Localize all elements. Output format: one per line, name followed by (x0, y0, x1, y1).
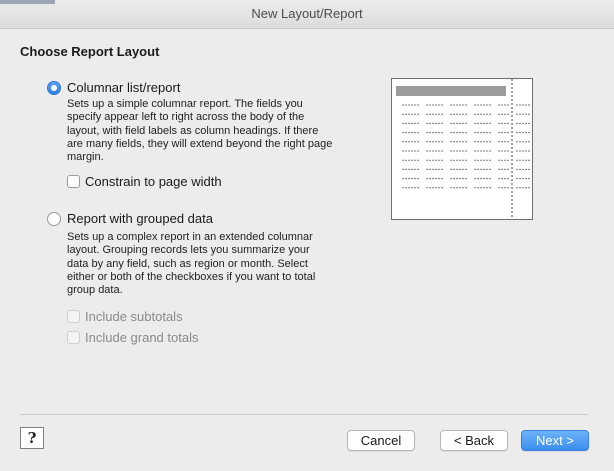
description-line: are many fields, they will extend beyond… (67, 137, 333, 150)
subtotals-label: Include subtotals (85, 309, 183, 324)
radio-grouped-report[interactable]: Report with grouped data (47, 211, 213, 226)
next-button[interactable]: Next > (521, 430, 589, 451)
description-line: data by any field, such as region or mon… (67, 257, 308, 270)
grand-totals-label: Include grand totals (85, 330, 199, 345)
description-line: group data. (67, 284, 123, 297)
preview-header-bar (396, 86, 506, 96)
checkbox-box[interactable] (67, 175, 80, 188)
columnar-description: Sets up a simple columnar report. The fi… (67, 98, 332, 164)
checkbox-box[interactable] (67, 310, 80, 323)
title-bar: New Layout/Report (0, 0, 614, 29)
preview-rows (402, 104, 530, 189)
radio-button-unselected[interactable] (47, 211, 61, 226)
description-line: either or both of the checkboxes if you … (67, 270, 316, 283)
background-window-strip (0, 0, 55, 4)
radio-grouped-label: Report with grouped data (67, 211, 213, 226)
description-line: Sets up a complex report in an extended … (67, 231, 313, 243)
description-line: Sets up a simple columnar report. The fi… (67, 98, 303, 110)
help-button[interactable]: ? (20, 427, 44, 449)
checkbox-box[interactable] (67, 331, 80, 344)
back-button[interactable]: < Back (440, 430, 508, 451)
include-grand-totals-checkbox[interactable]: Include grand totals (67, 330, 198, 345)
page-heading: Choose Report Layout (20, 44, 160, 59)
radio-columnar-label: Columnar list/report (67, 80, 181, 95)
radio-columnar-report[interactable]: Columnar list/report (47, 80, 180, 95)
constrain-label: Constrain to page width (85, 174, 222, 189)
layout-preview-illustration (391, 78, 533, 220)
columnar-layout-icon (396, 79, 530, 219)
include-subtotals-checkbox[interactable]: Include subtotals (67, 309, 183, 324)
cancel-button[interactable]: Cancel (347, 430, 415, 451)
radio-button-selected[interactable] (47, 80, 61, 95)
description-line: layout. Grouping records lets you summar… (67, 244, 310, 257)
description-line: layout, with field labels as column head… (67, 124, 319, 137)
footer-separator (20, 414, 588, 415)
description-line: margin. (67, 151, 104, 164)
description-line: specify appear left to right across the … (67, 111, 305, 124)
grouped-description: Sets up a complex report in an extended … (67, 231, 315, 297)
constrain-page-width-checkbox[interactable]: Constrain to page width (67, 174, 222, 189)
window-title: New Layout/Report (251, 6, 363, 21)
